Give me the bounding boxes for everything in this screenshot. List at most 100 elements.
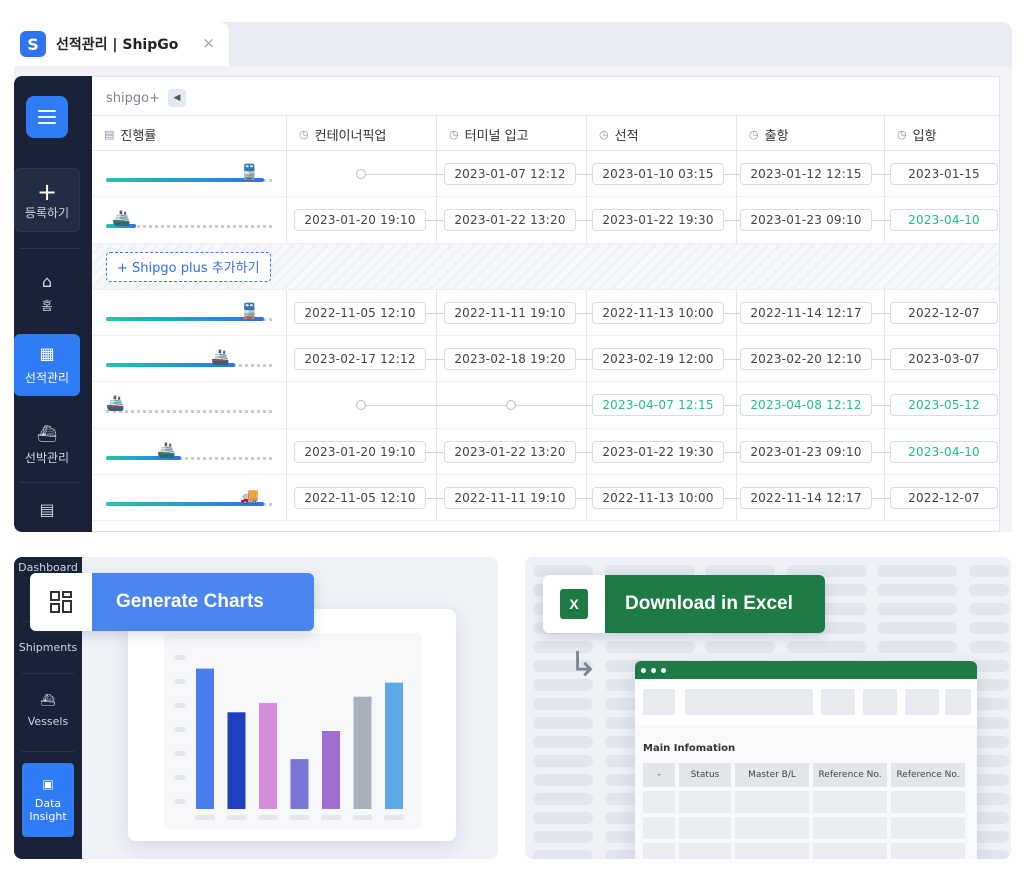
- main-content: shipgo+ ◀ ▤ 진행률 ◷ 컨테이너픽업 ◷ 터미널 입고 ◷ 선적 ◷…: [92, 76, 1000, 532]
- date-cell[interactable]: 2023-03-07: [890, 348, 998, 371]
- download-excel-button[interactable]: X Download in Excel: [543, 575, 825, 633]
- date-cell[interactable]: 2023-01-22 19:30: [592, 440, 724, 463]
- date-cell[interactable]: 2022-11-14 12:17: [740, 301, 872, 324]
- table-row[interactable]: 🚢 2023-01-20 19:10 2023-01-22 13:20 2023-01…: [92, 428, 999, 476]
- date-cell[interactable]: 2022-11-11 19:10: [444, 487, 576, 510]
- date-cell[interactable]: 2022-12-07: [890, 487, 998, 510]
- register-button[interactable]: + 등록하기: [14, 168, 80, 232]
- collapse-button[interactable]: ◀: [167, 89, 186, 107]
- column-divider: [286, 197, 287, 243]
- date-cell[interactable]: 2023-01-22 19:30: [592, 209, 724, 232]
- table-row[interactable]: 🚆 2023-01-07 12:12 2023-01-10 03:15 2023-01…: [92, 151, 999, 198]
- clock-icon: ◷: [749, 127, 759, 141]
- date-cell[interactable]: 2023-01-22 13:20: [444, 440, 576, 463]
- timeline-connector: [872, 359, 890, 361]
- sheet-header-cell: Status: [679, 763, 731, 787]
- y-tick-placeholder: [174, 751, 186, 756]
- date-cell[interactable]: 2023-01-20 19:10: [294, 440, 426, 463]
- mini-nav-label: Shipments: [18, 641, 78, 654]
- date-cell[interactable]: 2023-04-10: [890, 440, 998, 463]
- timeline-connector: [872, 405, 890, 407]
- container-icon: ▦: [39, 344, 55, 363]
- date-cell[interactable]: 2022-12-07: [890, 301, 998, 324]
- close-tab-icon[interactable]: ×: [202, 34, 215, 52]
- date-cell[interactable]: 2023-01-07 12:12: [444, 163, 576, 185]
- sidebar-item-shipment[interactable]: ▦ 선적관리: [14, 334, 80, 396]
- hamburger-menu-button[interactable]: [26, 96, 68, 138]
- sidebar-item-vessels[interactable]: ⛴ 선박관리: [14, 424, 80, 466]
- date-cell[interactable]: 2023-04-07 12:15: [592, 394, 724, 417]
- date-cell[interactable]: 2023-01-23 09:10: [740, 440, 872, 463]
- date-cell[interactable]: 2023-02-18 19:20: [444, 348, 576, 371]
- train-icon: 🚆: [240, 163, 259, 181]
- chart-area: [164, 633, 422, 829]
- generate-charts-button[interactable]: Generate Charts: [30, 573, 314, 631]
- date-cell[interactable]: 2023-01-15: [890, 163, 998, 185]
- shipgo-logo-icon: S: [20, 31, 46, 57]
- sheet-cell: [891, 843, 965, 859]
- sheet-window-bar: [635, 661, 977, 679]
- timeline-connector: [872, 498, 890, 500]
- column-divider: [286, 382, 287, 428]
- sidebar-item-insight[interactable]: ▤: [14, 500, 80, 525]
- timeline-connector: [724, 312, 740, 314]
- date-cell[interactable]: 2022-11-14 12:17: [740, 487, 872, 510]
- x-tick-placeholder: [384, 815, 404, 820]
- column-header-departure[interactable]: ◷ 출항: [736, 116, 884, 152]
- date-cell[interactable]: 2023-02-17 12:12: [294, 348, 426, 371]
- pending-step-marker: [356, 400, 366, 411]
- browser-tab[interactable]: S 선적관리 | ShipGo ×: [14, 22, 229, 66]
- bar-1: [196, 668, 214, 809]
- timeline-connector: [516, 405, 592, 407]
- bar-2: [227, 712, 246, 809]
- clock-icon: ◷: [599, 127, 609, 141]
- table-row[interactable]: 🚢 2023-02-17 12:12 2023-02-18 19:20 2023-02…: [92, 336, 999, 383]
- sidebar-item-home[interactable]: ⌂ 홈: [14, 272, 80, 314]
- pending-step-marker: [506, 400, 516, 411]
- table-row[interactable]: 🚢 2023-04-07 12:15 2023-04-08 12:12 2023-05…: [92, 382, 999, 429]
- date-cell[interactable]: 2023-01-12 12:15: [740, 163, 872, 185]
- train-icon: 🚆: [240, 301, 259, 320]
- mini-nav-data-insight[interactable]: ▣ Data Insight: [22, 763, 74, 837]
- mini-nav-vessels[interactable]: ⛴ Vessels: [14, 693, 82, 728]
- date-cell[interactable]: 2023-01-22 13:20: [444, 209, 576, 232]
- breadcrumb: shipgo+ ◀: [106, 89, 186, 107]
- table-row[interactable]: 🚢 2023-01-20 19:10 2023-01-22 13:20 2023-01…: [92, 197, 999, 244]
- sidebar-item-label: 선박관리: [24, 451, 70, 465]
- timeline-connector: [724, 498, 740, 500]
- date-cell[interactable]: 2022-11-05 12:10: [294, 487, 426, 510]
- table-row[interactable]: 🚆 2022-11-05 12:10 2022-11-11 19:10 2022-11…: [92, 289, 999, 337]
- date-cell[interactable]: 2023-01-23 09:10: [740, 209, 872, 232]
- sheet-cell: [813, 791, 887, 813]
- column-header-pickup[interactable]: ◷ 컨테이너픽업: [286, 116, 436, 152]
- timeline-connector: [872, 220, 890, 222]
- date-cell[interactable]: 2023-04-08 12:12: [740, 394, 872, 417]
- add-shipgo-plus-button[interactable]: + Shipgo plus 추가하기: [106, 251, 271, 282]
- insight-icon: ▣: [42, 777, 54, 791]
- date-cell[interactable]: 2023-01-10 03:15: [592, 163, 724, 185]
- bar-3: [259, 702, 277, 809]
- column-header-progress[interactable]: ▤ 진행률: [92, 116, 286, 152]
- column-header-terminal[interactable]: ◷ 터미널 입고: [436, 116, 586, 152]
- date-cell[interactable]: 2023-02-19 12:00: [592, 348, 724, 371]
- date-cell[interactable]: 2023-02-20 12:10: [740, 348, 872, 371]
- excel-sheet-preview: Main Infomation - Status Master B/L Refe…: [635, 661, 977, 859]
- date-cell[interactable]: 2022-11-11 19:10: [444, 301, 576, 324]
- date-cell[interactable]: 2022-11-13 10:00: [592, 487, 724, 510]
- date-cell[interactable]: 2022-11-05 12:10: [294, 301, 426, 324]
- table-row[interactable]: 🚚 2022-11-05 12:10 2022-11-11 19:10 2022-11…: [92, 475, 999, 522]
- sheet-cell: [643, 817, 675, 839]
- download-excel-label: Download in Excel: [605, 575, 825, 633]
- date-cell[interactable]: 2022-11-13 10:00: [592, 301, 724, 324]
- date-cell[interactable]: 2023-05-12: [890, 394, 998, 417]
- timeline-connector: [366, 405, 506, 407]
- sheet-header-cell: Reference No.: [813, 763, 887, 787]
- column-header-arrival[interactable]: ◷ 입항: [884, 116, 999, 152]
- date-cell[interactable]: 2023-04-10: [890, 209, 998, 232]
- timeline-connector: [426, 359, 444, 361]
- mini-nav-shipments[interactable]: Shipments: [14, 641, 82, 654]
- column-header-loading[interactable]: ◷ 선적: [586, 116, 736, 152]
- date-cell[interactable]: 2023-01-20 19:10: [294, 209, 426, 232]
- column-label: 입항: [912, 128, 937, 144]
- add-plus-row[interactable]: + Shipgo plus 추가하기: [92, 243, 999, 290]
